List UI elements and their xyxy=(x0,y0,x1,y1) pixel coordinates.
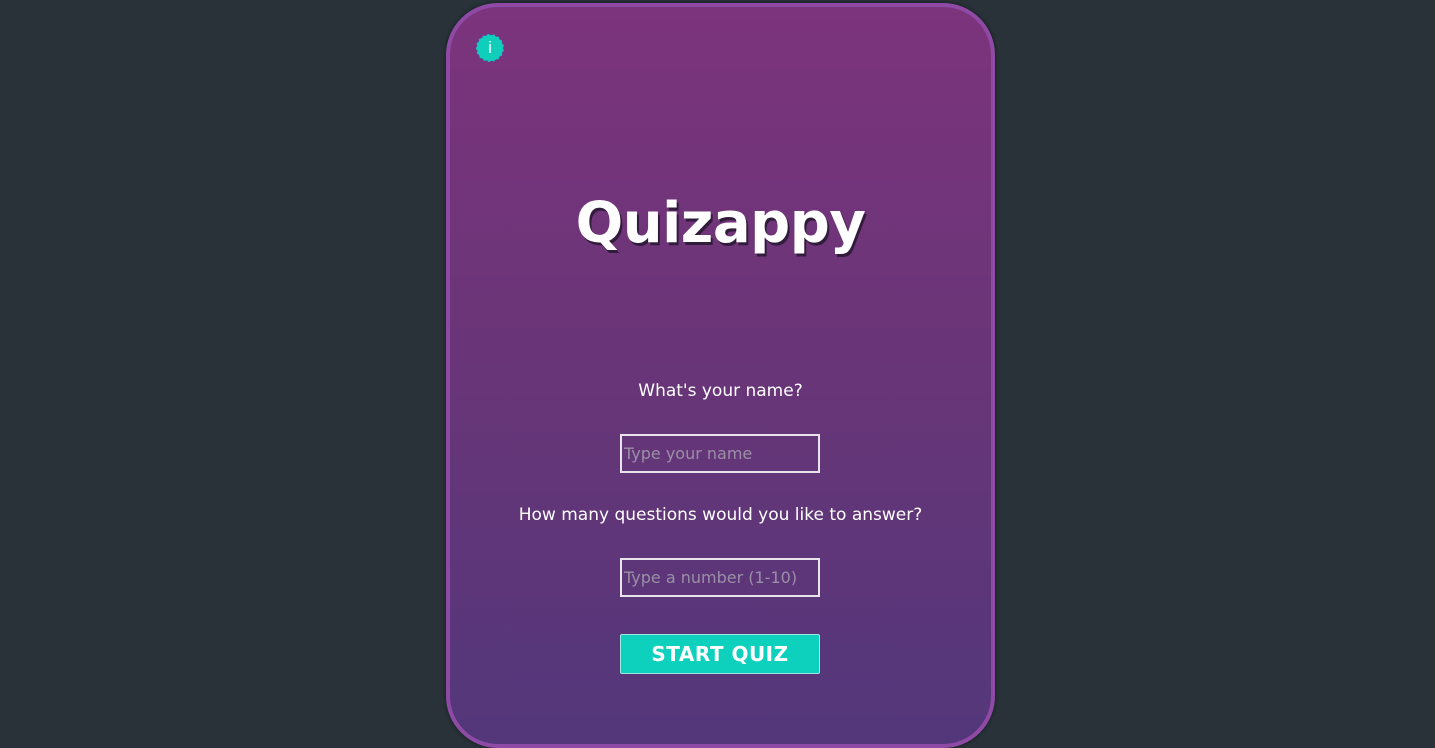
name-input[interactable] xyxy=(620,434,820,473)
question-count-label: How many questions would you like to ans… xyxy=(518,505,923,525)
name-label: What's your name? xyxy=(638,381,803,401)
quiz-card: i Quizappy What's your name? How many qu… xyxy=(446,3,995,748)
page: i Quizappy What's your name? How many qu… xyxy=(0,0,1435,748)
info-button[interactable]: i xyxy=(476,34,504,62)
app-title: Quizappy xyxy=(575,191,866,256)
start-quiz-button[interactable]: START QUIZ xyxy=(620,634,820,674)
question-count-input[interactable] xyxy=(620,558,820,597)
info-icon: i xyxy=(488,38,492,57)
